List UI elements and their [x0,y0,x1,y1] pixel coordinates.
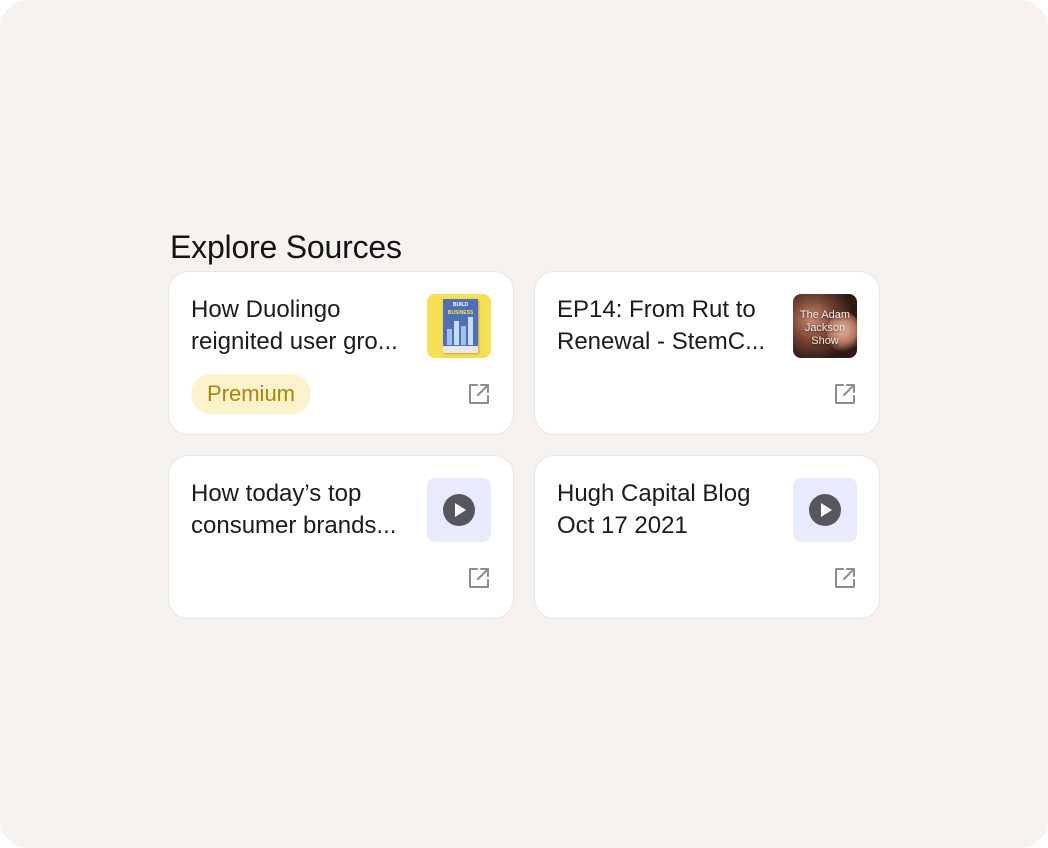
play-icon [443,494,475,526]
podcast-cover-thumbnail: The Adam Jackson Show [793,294,857,358]
source-card-title: How today’s top consumer brands... [191,478,417,542]
play-icon [809,494,841,526]
external-link-icon[interactable] [833,382,857,406]
source-title-line-2: reignited user gro... [191,328,398,355]
source-card-podcast[interactable]: EP14: From Rut to Renewal - StemC... The… [534,271,880,435]
source-title-line-1: How Duolingo [191,296,341,323]
source-title-line-1: How today’s top [191,480,362,507]
source-card-duolingo[interactable]: How Duolingo reignited user gro... BUILD… [168,271,514,435]
source-card-title: How Duolingo reignited user gro... [191,294,417,358]
source-title-line-2: Renewal - StemC... [557,328,766,355]
book-cover-title: BUILD [452,302,469,308]
video-thumbnail [793,478,857,542]
sources-panel: Explore Sources How Duolingo reignited u… [0,0,1048,848]
external-link-icon[interactable] [467,382,491,406]
podcast-cover-title: The Adam Jackson Show [799,309,851,347]
book-cover-subtitle: BUSINESS [447,310,474,316]
source-card-hugh-capital[interactable]: Hugh Capital Blog Oct 17 2021 [534,455,880,619]
external-link-icon[interactable] [467,566,491,590]
source-title-line-1: EP14: From Rut to [557,296,756,323]
book-cover: BUILD BUSINESS [443,299,478,353]
source-card-consumer-brands[interactable]: How today’s top consumer brands... [168,455,514,619]
premium-badge: Premium [191,374,312,414]
video-thumbnail [427,478,491,542]
external-link-icon[interactable] [833,566,857,590]
book-cover-thumbnail: BUILD BUSINESS [427,294,491,358]
source-title-line-1: Hugh Capital Blog [557,480,751,507]
source-card-title: Hugh Capital Blog Oct 17 2021 [557,478,783,542]
source-card-title: EP14: From Rut to Renewal - StemC... [557,294,783,358]
source-title-line-2: consumer brands... [191,512,397,539]
section-title: Explore Sources [170,229,402,265]
source-title-line-2: Oct 17 2021 [557,512,688,539]
